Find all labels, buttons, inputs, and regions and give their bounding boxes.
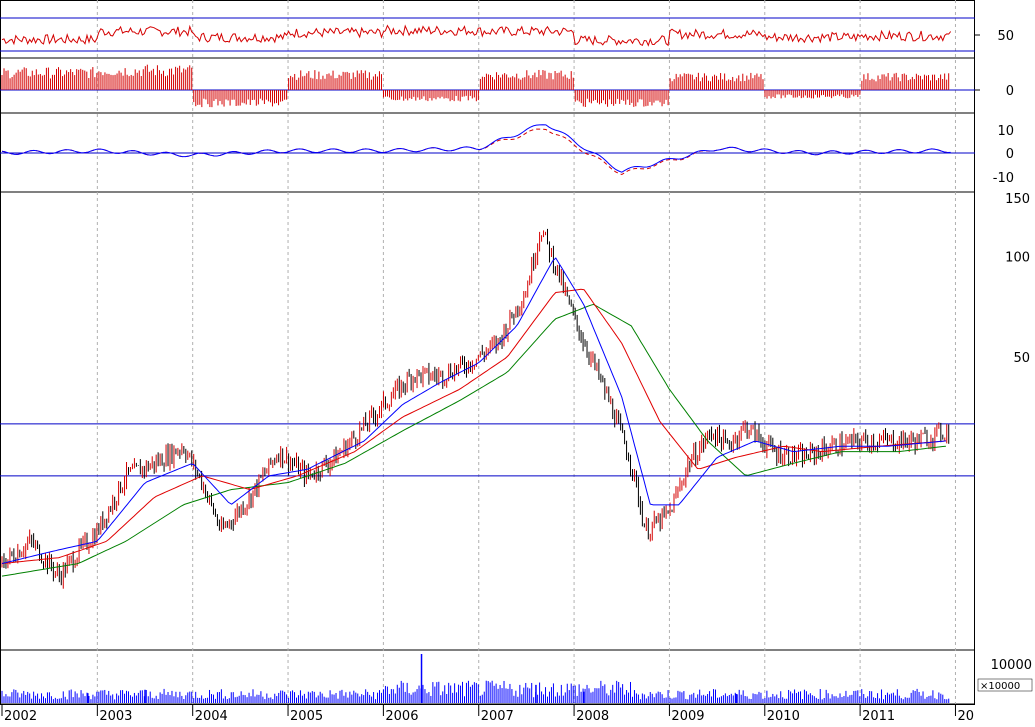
year-axis: 2002 2003 2004 2005 2006 2007 2008 2009 2010 2011… <box>1 704 974 724</box>
year-label-20: 20 <box>957 709 974 723</box>
price-tick-50: 50 <box>1013 351 1030 366</box>
moving-average-long <box>1 303 946 577</box>
volume-bars <box>1 654 950 703</box>
year-label-2005: 2005 <box>290 709 323 723</box>
price-tick-150: 150 <box>1005 192 1030 207</box>
macd-tick-minus-10: -10 <box>993 171 1014 186</box>
oscillator-line <box>1 24 952 47</box>
volume-tick-10000: 10000 <box>991 658 1032 673</box>
year-label-2002: 2002 <box>4 709 37 723</box>
price-candles <box>1 228 950 589</box>
stock-chart-svg: 50 0 10 0 -10 150 100 50 10000 ×10000 20… <box>0 0 1033 724</box>
moving-average-mid <box>1 288 946 564</box>
oscillator-panel: 50 <box>0 17 1014 52</box>
volume-panel: 10000 5000 ×10000 <box>1 654 1033 703</box>
year-label-2003: 2003 <box>99 709 132 723</box>
chart-frame <box>0 0 975 705</box>
moving-average-short <box>1 257 946 564</box>
year-label-2008: 2008 <box>576 709 609 723</box>
osc-tick-label: 50 <box>997 29 1014 44</box>
macd-tick-0: 0 <box>1006 147 1014 162</box>
year-label-2009: 2009 <box>671 709 704 723</box>
macd-tick-10: 10 <box>997 124 1014 139</box>
volume-unit-label: ×10000 <box>980 681 1020 692</box>
price-tick-100: 100 <box>1005 251 1030 266</box>
macd-panel: 10 0 -10 <box>0 124 1014 186</box>
macd-line <box>1 124 951 173</box>
year-label-2006: 2006 <box>385 709 418 723</box>
year-label-2004: 2004 <box>195 709 228 723</box>
year-label-2007: 2007 <box>481 709 514 723</box>
histogram-bars <box>1 64 950 108</box>
momentum-histogram-panel: 0 <box>0 64 1014 108</box>
year-label-2011: 2011 <box>862 709 895 723</box>
year-gridlines <box>96 0 956 704</box>
macd-signal-line <box>1 128 951 176</box>
year-label-2010: 2010 <box>767 709 800 723</box>
hist-tick-label: 0 <box>1006 84 1014 99</box>
price-panel: 150 100 50 <box>0 192 1030 589</box>
stock-chart: 50 0 10 0 -10 150 100 50 10000 ×10000 20… <box>0 0 1035 724</box>
